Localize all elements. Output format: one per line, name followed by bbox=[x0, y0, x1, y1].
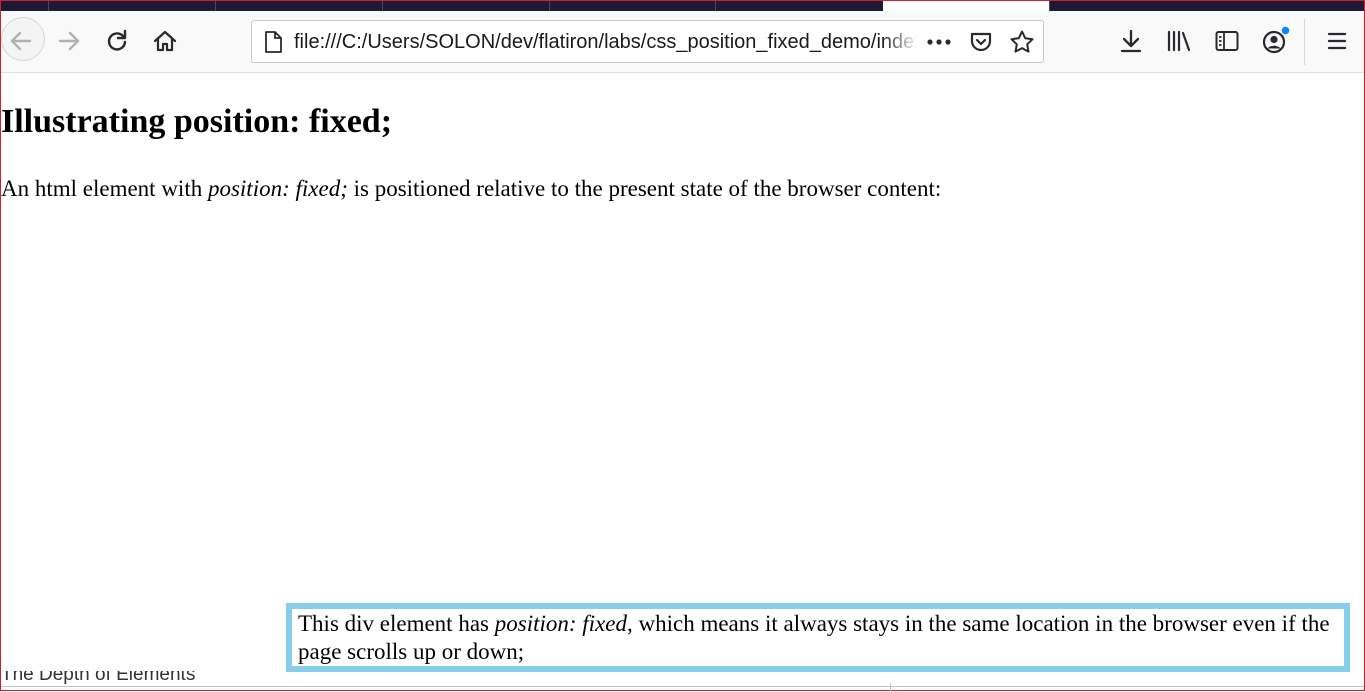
ellipsis-icon[interactable] bbox=[924, 27, 954, 57]
navigation-toolbar: file:///C:/Users/SOLON/dev/flatiron/labs… bbox=[1, 11, 1364, 73]
toolbar-separator bbox=[1304, 19, 1305, 65]
page-icon[interactable] bbox=[258, 27, 288, 57]
fixed-div-text: This div element has bbox=[298, 611, 495, 636]
sidebar-icon[interactable] bbox=[1211, 25, 1243, 57]
browser-tab[interactable] bbox=[549, 1, 716, 11]
intro-text: An html element with bbox=[1, 176, 208, 201]
download-icon[interactable] bbox=[1115, 25, 1147, 57]
browser-tab[interactable] bbox=[715, 1, 883, 11]
fixed-div: This div element has position: fixed, wh… bbox=[286, 603, 1350, 672]
tab-strip bbox=[1, 1, 1364, 11]
browser-tab[interactable] bbox=[48, 1, 216, 11]
home-icon[interactable] bbox=[149, 25, 181, 57]
arrow-left-icon[interactable] bbox=[5, 25, 37, 57]
account-icon[interactable] bbox=[1259, 25, 1291, 57]
browser-tab[interactable] bbox=[1049, 1, 1217, 11]
browser-tab[interactable] bbox=[382, 1, 550, 11]
star-icon[interactable] bbox=[1007, 27, 1037, 57]
url-bar[interactable]: file:///C:/Users/SOLON/dev/flatiron/labs… bbox=[251, 20, 1044, 63]
content-divider bbox=[1, 686, 1364, 687]
url-input[interactable]: file:///C:/Users/SOLON/dev/flatiron/labs… bbox=[294, 31, 916, 54]
browser-tab-active[interactable] bbox=[883, 1, 1049, 11]
browser-tab[interactable] bbox=[215, 1, 383, 11]
hamburger-menu-icon[interactable] bbox=[1321, 25, 1353, 57]
intro-paragraph: An html element with position: fixed; is… bbox=[1, 176, 941, 202]
library-icon[interactable] bbox=[1163, 25, 1195, 57]
scrolled-content-text: The Depth of Elements bbox=[1, 671, 196, 685]
page-content: Illustrating position: fixed; An html el… bbox=[1, 73, 1364, 692]
intro-emphasis: position: fixed; bbox=[207, 176, 348, 201]
pocket-icon[interactable] bbox=[966, 27, 996, 57]
url-fade bbox=[882, 25, 918, 57]
page-title: Illustrating position: fixed; bbox=[1, 103, 393, 140]
fixed-div-emphasis: position: fixed bbox=[494, 611, 627, 636]
reload-icon[interactable] bbox=[101, 25, 133, 57]
intro-text-end: is positioned relative to the present st… bbox=[347, 176, 942, 201]
arrow-right-icon[interactable] bbox=[53, 25, 85, 57]
